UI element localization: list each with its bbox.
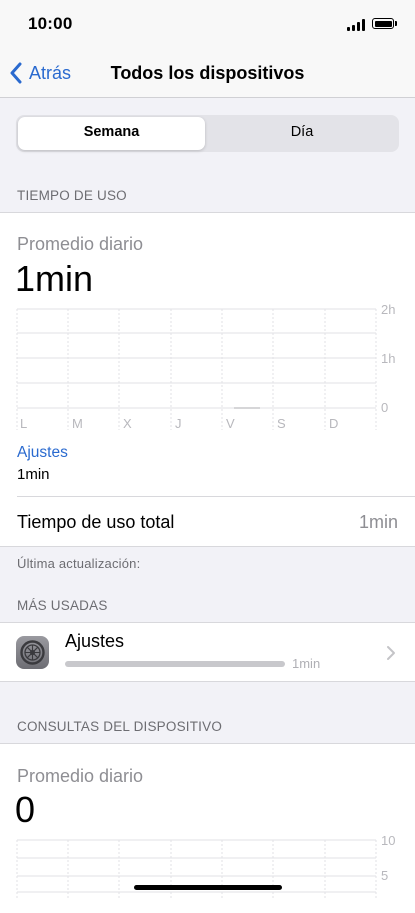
section-header-pickups: CONSULTAS DEL DISPOSITIVO bbox=[17, 719, 223, 734]
pickups-average-value: 0 bbox=[15, 789, 36, 830]
settings-gear-icon bbox=[16, 636, 49, 669]
page-title: Todos los dispositivos bbox=[110, 63, 305, 83]
weekly-usage-chart: 2h 1h 0 L M X J V S D bbox=[16, 302, 395, 431]
segment-week[interactable]: Semana bbox=[18, 124, 205, 140]
battery-icon bbox=[372, 18, 394, 29]
day-label: D bbox=[329, 416, 338, 431]
section-header-screen-time: TIEMPO DE USO bbox=[17, 188, 127, 203]
day-label: V bbox=[226, 416, 235, 431]
status-time: 10:00 bbox=[28, 14, 73, 33]
signal-icon bbox=[347, 19, 367, 31]
app-usage-bar bbox=[65, 661, 285, 667]
day-label: X bbox=[123, 416, 132, 431]
daily-average-value: 1min bbox=[15, 258, 94, 299]
y-tick-label: 10 bbox=[381, 833, 395, 848]
day-label: M bbox=[72, 416, 83, 431]
battery-nub bbox=[395, 21, 397, 26]
top-app-link[interactable]: Ajustes bbox=[17, 444, 68, 462]
app-name: Ajustes bbox=[65, 631, 125, 651]
top-app-value: 1min bbox=[17, 466, 50, 483]
y-tick-label: 0 bbox=[381, 400, 388, 415]
y-tick-label: 5 bbox=[381, 868, 388, 883]
divider bbox=[17, 496, 415, 497]
day-label: S bbox=[277, 416, 286, 431]
section-header-most-used: MÁS USADAS bbox=[17, 598, 108, 613]
total-usage-value: 1min bbox=[358, 512, 398, 532]
total-usage-label: Tiempo de uso total bbox=[17, 512, 175, 532]
last-update-text: Última actualización: bbox=[17, 556, 141, 571]
chevron-right-icon bbox=[387, 646, 395, 660]
y-tick-label: 1h bbox=[381, 351, 395, 366]
list-item-app-ajustes[interactable] bbox=[0, 623, 415, 681]
day-label: J bbox=[175, 416, 182, 431]
app-usage-value: 1min bbox=[292, 656, 321, 671]
day-label: L bbox=[20, 416, 27, 431]
home-indicator[interactable] bbox=[134, 885, 282, 890]
y-tick-label: 2h bbox=[381, 302, 395, 317]
pickups-average-label: Promedio diario bbox=[17, 766, 144, 786]
segment-day[interactable]: Día bbox=[207, 124, 397, 140]
daily-average-label: Promedio diario bbox=[17, 234, 144, 254]
